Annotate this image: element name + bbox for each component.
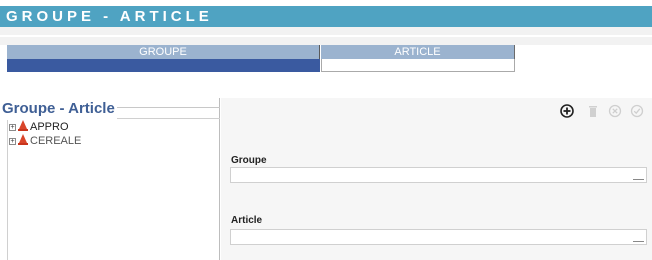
app-root: GROUPE - ARTICLE GROUPE ARTICLE + APPRO +… — [0, 0, 652, 260]
tree-item-label: CEREALE — [30, 135, 82, 147]
page-title: GROUPE - ARTICLE — [0, 6, 652, 27]
groupe-field[interactable] — [230, 167, 647, 186]
cone-icon — [18, 120, 28, 131]
cone-icon — [18, 134, 28, 145]
groupe-input[interactable] — [231, 171, 646, 186]
expand-icon[interactable]: + — [9, 138, 16, 145]
tab-article[interactable]: ARTICLE — [321, 45, 515, 72]
header-strip-2 — [0, 37, 652, 45]
resize-corner — [633, 178, 644, 180]
article-input[interactable] — [231, 233, 646, 248]
tab-groupe-label: GROUPE — [7, 45, 320, 59]
article-field[interactable] — [230, 229, 647, 248]
form-panel: Groupe Article — [221, 98, 652, 260]
tree-item-label: APPRO — [30, 121, 69, 133]
tab-article-label: ARTICLE — [321, 45, 515, 59]
tab-bar: GROUPE ARTICLE — [7, 45, 515, 72]
tree-panel: + APPRO + CEREALE — [7, 98, 220, 260]
expand-icon[interactable]: + — [9, 124, 16, 131]
form-toolbar — [560, 104, 648, 120]
confirm-icon[interactable] — [630, 104, 644, 118]
tree-panel-title: Groupe - Article — [0, 100, 117, 120]
header-strip — [0, 27, 652, 35]
delete-icon[interactable] — [586, 104, 600, 118]
add-icon[interactable] — [560, 104, 574, 118]
cancel-icon[interactable] — [608, 104, 622, 118]
tab-groupe-indicator — [7, 59, 320, 72]
groupe-label: Groupe — [231, 155, 267, 166]
tree-item-cereale[interactable]: + CEREALE — [9, 134, 81, 147]
article-label: Article — [231, 215, 263, 226]
tab-article-indicator — [321, 59, 515, 72]
tab-groupe[interactable]: GROUPE — [7, 45, 320, 72]
tree-item-appro[interactable]: + APPRO — [9, 120, 69, 133]
resize-corner — [633, 240, 644, 242]
